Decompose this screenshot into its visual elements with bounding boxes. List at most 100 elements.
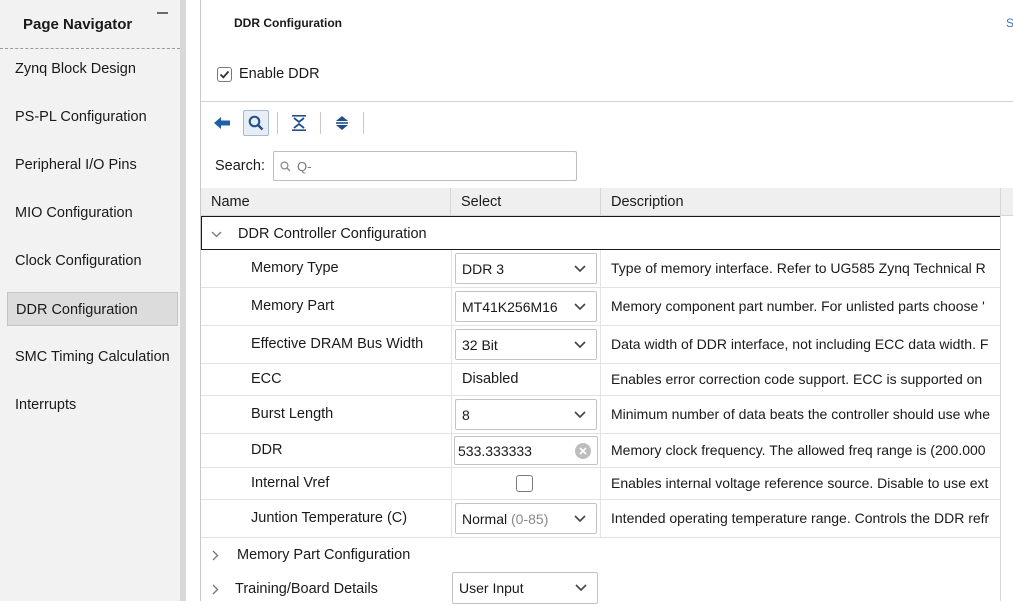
table-edge bbox=[1000, 188, 1001, 601]
group-row-ddr-controller-configuration[interactable]: DDR Controller Configuration bbox=[201, 216, 1001, 250]
select-cell: Disabled bbox=[451, 364, 601, 395]
enable-ddr-checkbox[interactable] bbox=[217, 66, 232, 82]
chevron-down-icon bbox=[574, 514, 586, 522]
setting-name: ECC bbox=[251, 371, 282, 387]
collapse-all-button[interactable] bbox=[286, 110, 312, 136]
nav-item-ddr-configuration[interactable]: DDR Configuration bbox=[7, 292, 178, 326]
nav-item-mio-configuration[interactable]: MIO Configuration bbox=[7, 196, 178, 230]
toolbar-separator bbox=[363, 112, 364, 134]
dropdown-value: 8 bbox=[462, 406, 470, 423]
dropdown-value: Normal bbox=[462, 510, 508, 527]
setting-name: Internal Vref bbox=[251, 475, 330, 491]
search-icon bbox=[248, 115, 264, 131]
setting-description: Data width of DDR interface, not includi… bbox=[611, 336, 989, 352]
internal-vref-checkbox[interactable] bbox=[516, 475, 533, 492]
clear-icon[interactable] bbox=[575, 442, 591, 459]
back-arrow-icon bbox=[214, 117, 230, 129]
setting-name: Memory Type bbox=[251, 260, 339, 276]
enable-ddr-row[interactable]: Enable DDR bbox=[217, 64, 320, 84]
temperature-dropdown[interactable]: Normal (0-85) bbox=[455, 503, 597, 534]
navigator-title: Page Navigator bbox=[23, 16, 133, 33]
select-cell: Normal (0-85) bbox=[451, 500, 601, 537]
page-title: DDR Configuration bbox=[234, 16, 342, 30]
chevron-down-icon bbox=[574, 340, 586, 348]
nav-item-zynq-block-design[interactable]: Zynq Block Design bbox=[7, 52, 178, 86]
setting-description: Intended operating temperature range. Co… bbox=[611, 510, 990, 526]
search-input[interactable] bbox=[294, 157, 569, 175]
memory-type-dropdown[interactable]: DDR 3 bbox=[455, 253, 597, 284]
search-toggle-button[interactable] bbox=[243, 110, 269, 136]
setting-description: Memory clock frequency. The allowed freq… bbox=[611, 442, 986, 458]
select-cell: 533.333333 bbox=[451, 434, 601, 467]
dropdown-value: 32 Bit bbox=[462, 336, 498, 353]
select-cell: DDR 3 bbox=[451, 250, 601, 287]
column-header-description[interactable]: Description bbox=[601, 188, 1013, 216]
toolbar-separator bbox=[277, 112, 278, 134]
page-navigator: Page Navigator Zynq Block Design PS-PL C… bbox=[0, 0, 180, 601]
column-header-select[interactable]: Select bbox=[451, 188, 601, 216]
nav-item-clock-configuration[interactable]: Clock Configuration bbox=[7, 244, 178, 278]
bus-width-dropdown[interactable]: 32 Bit bbox=[455, 329, 597, 360]
chevron-down-icon bbox=[574, 410, 586, 418]
select-cell: 8 bbox=[451, 396, 601, 433]
setting-description: Minimum number of data beats the control… bbox=[611, 406, 990, 422]
collapse-all-icon bbox=[292, 115, 306, 131]
dropdown-value: DDR 3 bbox=[462, 260, 505, 277]
table-row[interactable]: DDR 533.333333 Memory clock frequency. T… bbox=[201, 434, 1001, 468]
divider bbox=[201, 101, 1013, 102]
search-field[interactable] bbox=[272, 151, 577, 181]
minimize-icon[interactable] bbox=[157, 12, 168, 14]
search-label: Search: bbox=[215, 158, 265, 174]
nav-item-peripheral-io-pins[interactable]: Peripheral I/O Pins bbox=[7, 148, 178, 182]
table-row[interactable]: Effective DRAM Bus Width 32 Bit Data wid… bbox=[201, 326, 1001, 364]
table-row[interactable]: Internal Vref Enables internal voltage r… bbox=[201, 468, 1001, 500]
setting-name: Memory Part bbox=[251, 298, 334, 314]
search-row: Search: bbox=[215, 151, 577, 181]
top-right-link[interactable]: S bbox=[1006, 16, 1013, 30]
navigator-header: Page Navigator bbox=[0, 0, 180, 49]
burst-length-dropdown[interactable]: 8 bbox=[455, 399, 597, 430]
select-cell bbox=[451, 468, 601, 499]
toolbar-separator bbox=[320, 112, 321, 134]
ecc-value: Disabled bbox=[462, 371, 519, 387]
setting-name: Juntion Temperature (C) bbox=[251, 510, 408, 526]
toolbar bbox=[209, 108, 372, 138]
table-row[interactable]: Burst Length 8 Minimum number of data be… bbox=[201, 396, 1001, 434]
training-board-dropdown[interactable]: User Input bbox=[452, 572, 598, 604]
dropdown-value-suffix: (0-85) bbox=[511, 510, 549, 527]
search-icon bbox=[280, 160, 291, 171]
dropdown-value: MT41K256M16 bbox=[462, 298, 558, 315]
enable-ddr-label: Enable DDR bbox=[239, 66, 320, 82]
input-value: 533.333333 bbox=[458, 442, 532, 459]
table-row[interactable]: Juntion Temperature (C) Normal (0-85) In… bbox=[201, 500, 1001, 538]
dropdown-value: User Input bbox=[459, 580, 524, 596]
chevron-right-icon[interactable] bbox=[209, 538, 221, 572]
group-name: DDR Controller Configuration bbox=[238, 226, 427, 242]
check-icon bbox=[219, 70, 230, 79]
memory-part-dropdown[interactable]: MT41K256M16 bbox=[455, 291, 597, 322]
back-button[interactable] bbox=[209, 110, 235, 136]
ddr-frequency-input[interactable]: 533.333333 bbox=[454, 436, 598, 465]
select-cell: 32 Bit bbox=[451, 326, 601, 363]
table-row[interactable]: Memory Type DDR 3 Type of memory interfa… bbox=[201, 250, 1001, 288]
table-row[interactable]: ECC Disabled Enables error correction co… bbox=[201, 364, 1001, 396]
chevron-down-icon bbox=[574, 264, 586, 272]
setting-name: DDR bbox=[251, 442, 283, 458]
expand-all-button[interactable] bbox=[329, 110, 355, 136]
nav-item-ps-pl-configuration[interactable]: PS-PL Configuration bbox=[7, 100, 178, 134]
setting-description: Memory component part number. For unlist… bbox=[611, 298, 985, 314]
nav-item-interrupts[interactable]: Interrupts bbox=[7, 388, 178, 422]
setting-name: Effective DRAM Bus Width bbox=[251, 336, 424, 352]
chevron-down-icon[interactable] bbox=[210, 217, 222, 251]
group-row-memory-part-configuration[interactable]: Memory Part Configuration bbox=[201, 538, 1001, 572]
setting-description: Type of memory interface. Refer to UG585… bbox=[611, 260, 986, 276]
column-header-name[interactable]: Name bbox=[201, 188, 451, 216]
setting-description: Enables internal voltage reference sourc… bbox=[611, 475, 989, 491]
select-cell: MT41K256M16 bbox=[451, 288, 601, 325]
group-name: Memory Part Configuration bbox=[237, 547, 411, 563]
table-row[interactable]: Memory Part MT41K256M16 Memory component… bbox=[201, 288, 1001, 326]
nav-item-smc-timing-calculation[interactable]: SMC Timing Calculation bbox=[7, 340, 178, 374]
chevron-down-icon bbox=[574, 302, 586, 310]
setting-name: Burst Length bbox=[251, 406, 334, 422]
navigator-scrollbar[interactable] bbox=[180, 0, 186, 601]
